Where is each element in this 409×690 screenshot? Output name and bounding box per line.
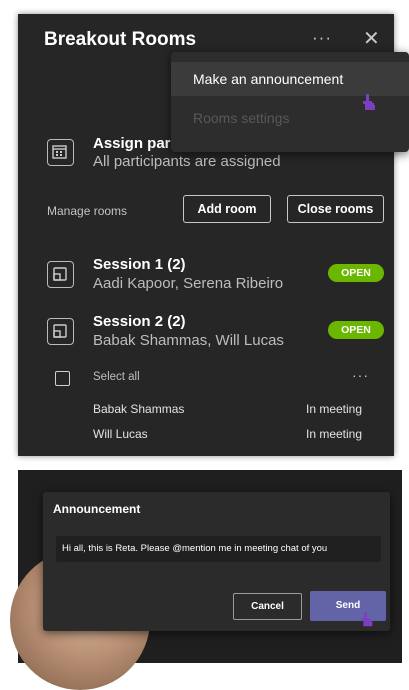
room-members: Babak Shammas, Will Lucas <box>93 332 284 349</box>
room-status-badge: OPEN <box>328 321 384 339</box>
manage-rooms-label: Manage rooms <box>47 204 128 218</box>
cancel-button[interactable]: Cancel <box>233 593 302 620</box>
room-name[interactable]: Session 2 (2) <box>93 313 186 330</box>
hand-cursor-icon <box>363 94 375 110</box>
room-status-badge: OPEN <box>328 264 384 282</box>
breakout-rooms-panel: Breakout Rooms ··· ✕ Assign par All part… <box>18 14 409 456</box>
more-options-menu: Make an announcement Rooms settings <box>171 52 409 152</box>
dialog-title: Announcement <box>53 502 141 516</box>
room-name[interactable]: Session 1 (2) <box>93 256 186 273</box>
room-members: Aadi Kapoor, Serena Ribeiro <box>93 275 284 292</box>
calendar-grid-icon <box>47 139 74 166</box>
announcement-panel: Announcement Hi all, this is Reta. Pleas… <box>10 470 402 690</box>
more-options-icon[interactable]: ··· <box>312 28 332 48</box>
participant-name: Babak Shammas <box>93 402 185 416</box>
add-room-button[interactable]: Add room <box>183 195 271 223</box>
participant-name: Will Lucas <box>93 427 148 441</box>
assign-status-text: All participants are assigned <box>93 153 281 170</box>
close-rooms-button[interactable]: Close rooms <box>287 195 384 223</box>
close-icon[interactable]: ✕ <box>363 26 380 51</box>
participant-status: In meeting <box>306 402 363 416</box>
hand-cursor-icon <box>361 611 373 627</box>
more-options-icon[interactable]: ··· <box>352 367 369 383</box>
assign-participants-label[interactable]: Assign par <box>93 135 171 152</box>
room-icon <box>47 318 74 345</box>
participant-status: In meeting <box>306 427 363 441</box>
announcement-dialog: Announcement Hi all, this is Reta. Pleas… <box>43 492 390 631</box>
room-icon <box>47 261 74 288</box>
menu-item-rooms-settings: Rooms settings <box>193 110 290 126</box>
menu-item-make-announcement[interactable]: Make an announcement <box>171 62 409 96</box>
panel-title: Breakout Rooms <box>44 29 197 50</box>
select-all-checkbox[interactable] <box>55 371 70 386</box>
select-all-label: Select all <box>93 371 140 383</box>
announcement-message-input[interactable]: Hi all, this is Reta. Please @mention me… <box>56 536 381 562</box>
